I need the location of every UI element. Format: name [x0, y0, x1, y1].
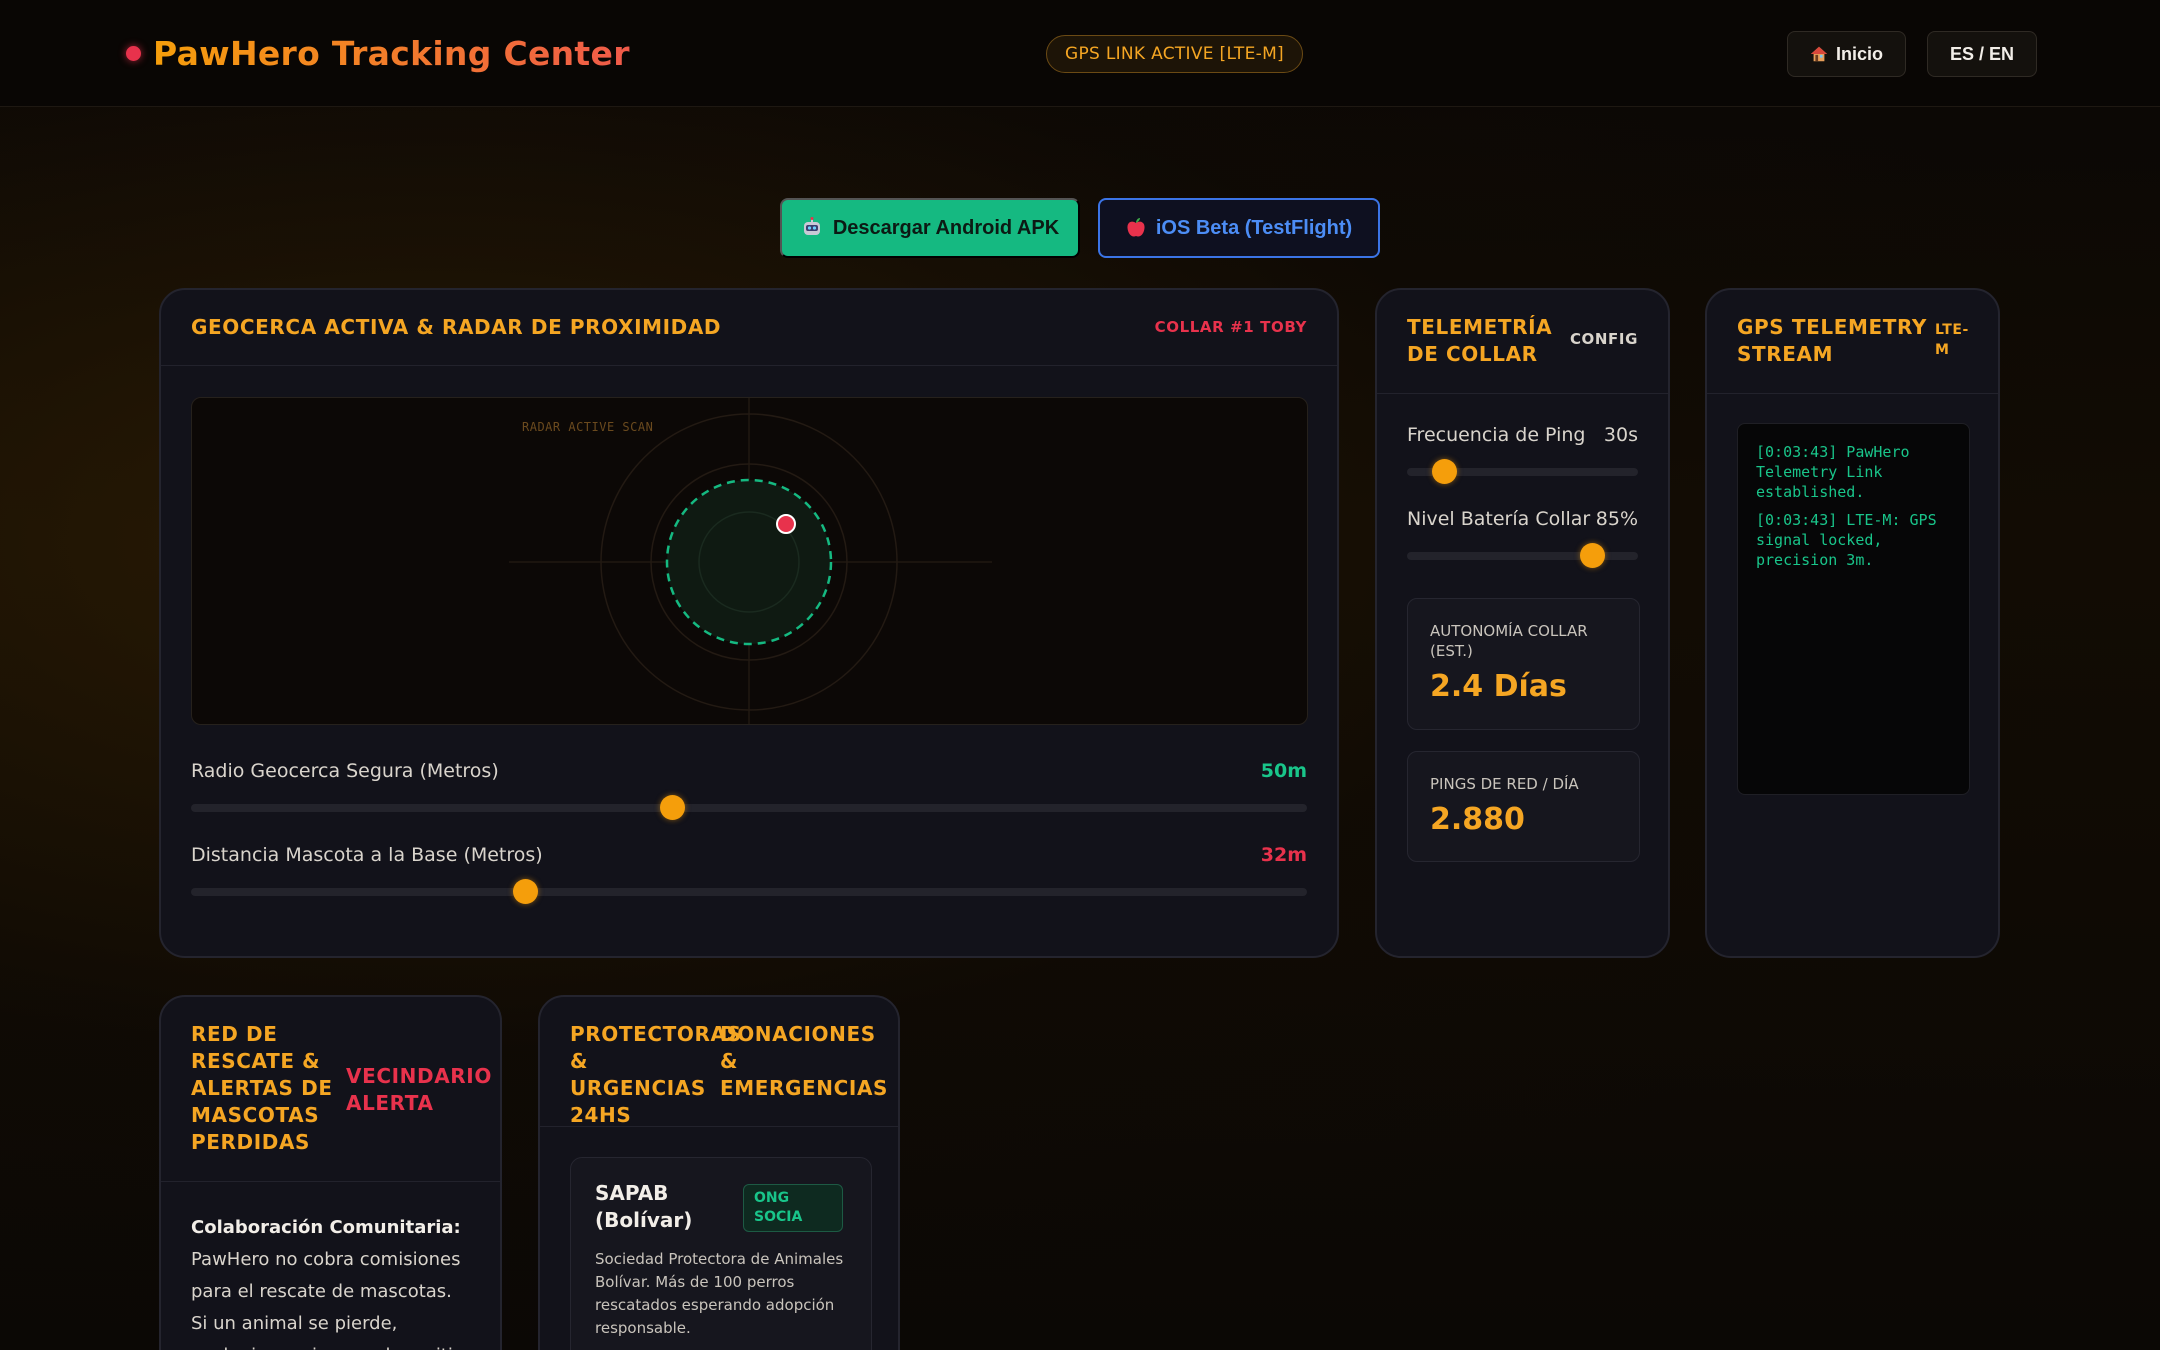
- download-ios-button[interactable]: iOS Beta (TestFlight): [1098, 198, 1380, 258]
- geofence-card: Geocerca activa & radar de proximidad CO…: [159, 288, 1339, 958]
- distance-label: Distancia Mascota a la Base (Metros): [191, 844, 543, 866]
- autonomy-stat: AUTONOMÍA COLLAR (EST.) 2.4 Días: [1407, 598, 1640, 730]
- distance-slider-row: Distancia Mascota a la Base (Metros) 32m: [191, 844, 1307, 904]
- download-ios-label: iOS Beta (TestFlight): [1155, 216, 1353, 239]
- telemetry-title: Telemetría de collar: [1407, 315, 1553, 366]
- rescue-card: Red de rescate & alertas de mascotas per…: [159, 995, 502, 1350]
- config-tag[interactable]: CONFIG: [1570, 330, 1638, 348]
- telemetry-card-header: Telemetría de collar CONFIG: [1377, 290, 1668, 394]
- org-name: SAPAB (Bolívar): [595, 1181, 693, 1232]
- org-description: Sociedad Protectora de Animales Bolívar.…: [595, 1250, 844, 1337]
- protectoras-card: Protectoras & urgencias 24hs Donaciones …: [538, 995, 900, 1350]
- rescue-card-header: Red de rescate & alertas de mascotas per…: [161, 997, 500, 1182]
- rescue-title: Red de rescate & alertas de mascotas per…: [191, 1022, 333, 1154]
- ping-slider-row: Frecuencia de Ping 30s: [1407, 424, 1638, 484]
- radius-label: Radio Geocerca Segura (Metros): [191, 760, 499, 782]
- geofence-boundary: [665, 478, 833, 646]
- pings-value: 2.880: [1430, 802, 1525, 837]
- language-toggle-button[interactable]: ES / EN: [1927, 31, 2038, 77]
- ping-slider-thumb[interactable]: [1431, 459, 1457, 484]
- radius-slider-thumb[interactable]: [660, 795, 686, 820]
- log-line: [0:03:43] LTE-M: GPS signal locked, prec…: [1756, 511, 1937, 569]
- radar-svg: [509, 398, 992, 724]
- log-line: [0:03:43] PawHero Telemetry Link establi…: [1756, 443, 1910, 501]
- geofence-title: Geocerca activa & radar de proximidad: [191, 315, 722, 339]
- battery-slider-row: Nivel Batería Collar 85%: [1407, 508, 1638, 568]
- top-header: PawHero Tracking Center GPS LINK ACTIVE …: [0, 0, 2160, 107]
- house-icon: [1810, 46, 1828, 62]
- home-button[interactable]: Inicio: [1787, 31, 1907, 77]
- gps-stream-card-header: GPS Telemetry Stream LTE-M: [1707, 290, 1998, 394]
- autonomy-label: AUTONOMÍA COLLAR (EST.): [1430, 622, 1588, 660]
- telemetry-card: Telemetría de collar CONFIG Frecuencia d…: [1375, 288, 1670, 958]
- ping-label: Frecuencia de Ping: [1407, 424, 1586, 446]
- alert-tag: VECINDARIO ALERTA: [346, 1064, 492, 1115]
- protectoras-title: Protectoras & urgencias 24hs: [570, 1022, 742, 1127]
- battery-slider-thumb[interactable]: [1580, 543, 1606, 568]
- distance-slider-thumb[interactable]: [512, 879, 538, 904]
- rescue-description: Colaboración Comunitaria: PawHero no cob…: [191, 1212, 472, 1350]
- distance-value: 32m: [1260, 844, 1307, 866]
- gps-stream-card: GPS Telemetry Stream LTE-M [0:03:43] Paw…: [1705, 288, 2000, 958]
- rescue-strong: Colaboración Comunitaria:: [191, 1217, 461, 1238]
- robot-icon: [803, 217, 820, 235]
- autonomy-value: 2.4 Días: [1430, 669, 1567, 704]
- gps-stream-title: GPS Telemetry Stream: [1737, 315, 1927, 366]
- telemetry-log[interactable]: [0:03:43] PawHero Telemetry Link establi…: [1737, 423, 1970, 795]
- app-title: PawHero Tracking Center: [153, 34, 630, 73]
- rescue-text: PawHero no cobra comisiones para el resc…: [191, 1249, 461, 1350]
- pet-location-marker: [776, 514, 796, 534]
- pings-stat: PINGS DE RED / DÍA 2.880: [1407, 751, 1640, 862]
- collar-tag: COLLAR #1 TOBY: [1154, 318, 1307, 336]
- ping-value: 30s: [1603, 424, 1638, 446]
- radar-view[interactable]: RADAR ACTIVE SCAN: [191, 397, 1308, 725]
- radius-slider-row: Radio Geocerca Segura (Metros) 50m: [191, 760, 1307, 820]
- org-card[interactable]: SAPAB (Bolívar) ONG SOCIA Sociedad Prote…: [570, 1157, 872, 1350]
- download-android-label: Descargar Android APK: [832, 216, 1060, 239]
- brand[interactable]: PawHero Tracking Center: [126, 34, 630, 73]
- ngo-badge: ONG SOCIA: [743, 1184, 843, 1232]
- home-button-label: Inicio: [1836, 44, 1884, 64]
- radius-value: 50m: [1260, 760, 1307, 782]
- apple-icon: [1127, 218, 1145, 237]
- battery-value: 85%: [1595, 508, 1638, 530]
- language-toggle-label: ES / EN: [1950, 44, 2015, 64]
- download-android-button[interactable]: Descargar Android APK: [780, 198, 1080, 258]
- pings-label: PINGS DE RED / DÍA: [1430, 775, 1579, 793]
- distance-slider-track[interactable]: [191, 888, 1307, 896]
- geofence-card-header: Geocerca activa & radar de proximidad CO…: [161, 290, 1337, 366]
- battery-label: Nivel Batería Collar: [1407, 508, 1591, 530]
- lte-tag: LTE-M: [1935, 322, 1969, 358]
- radius-slider-track[interactable]: [191, 804, 1307, 812]
- donations-tag: Donaciones & emergencias: [720, 1022, 889, 1100]
- gps-status-badge: GPS LINK ACTIVE [LTE-M]: [1046, 35, 1303, 73]
- protectoras-card-header: Protectoras & urgencias 24hs Donaciones …: [540, 997, 898, 1127]
- status-dot-icon: [126, 46, 141, 61]
